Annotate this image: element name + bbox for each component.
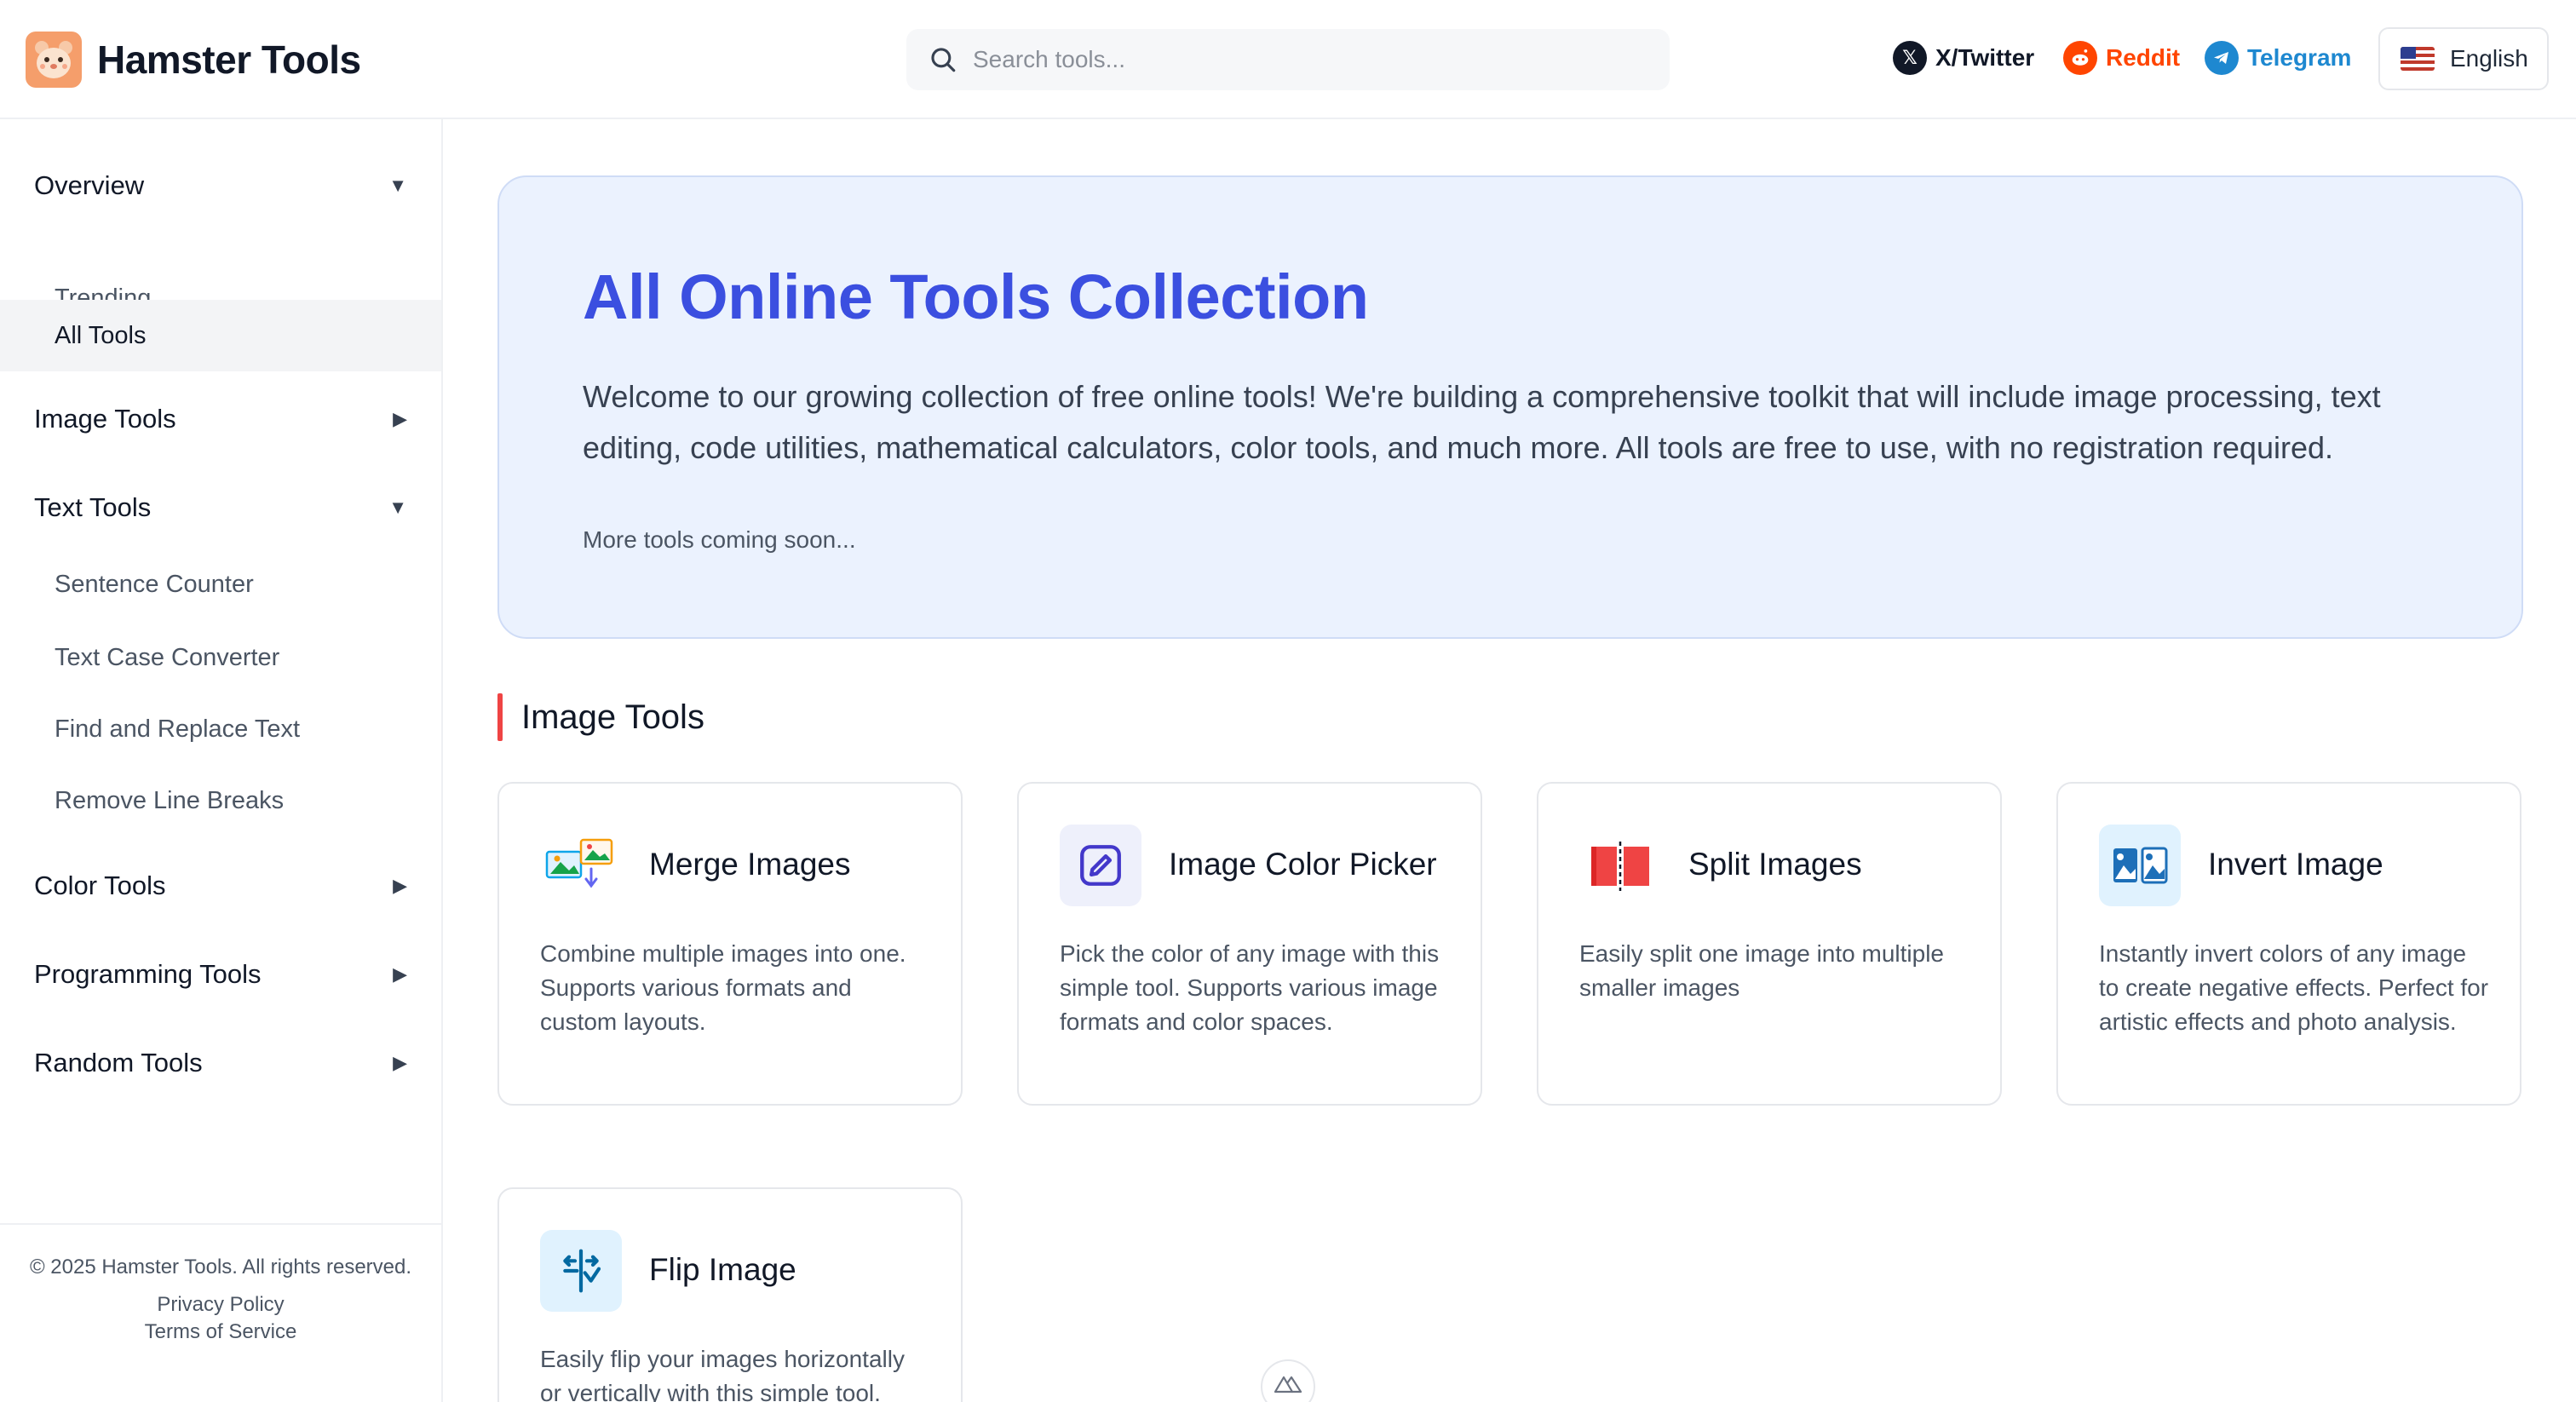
- reddit-icon: [2063, 41, 2097, 75]
- sidebar-item-find-replace-text[interactable]: Find and Replace Text: [0, 693, 441, 765]
- hamster-logo-icon: [26, 32, 82, 88]
- card-description: Easily split one image into multiple sma…: [1579, 940, 1944, 1001]
- search-input[interactable]: [973, 46, 1620, 73]
- telegram-icon: [2205, 41, 2239, 75]
- sidebar-group-programming-tools[interactable]: Programming Tools ▶: [0, 956, 441, 993]
- tool-card-flip-image[interactable]: Flip Image Easily flip your images horiz…: [497, 1187, 963, 1402]
- merge-images-icon: [540, 825, 622, 906]
- caret-down-icon: ▼: [388, 497, 407, 518]
- card-title: Image Color Picker: [1169, 847, 1437, 882]
- tool-card-split-images[interactable]: Split Images Easily split one image into…: [1537, 782, 2002, 1106]
- caret-right-icon: ▶: [393, 1052, 407, 1073]
- card-description: Easily flip your images horizontally or …: [540, 1346, 905, 1402]
- search-icon: [931, 48, 956, 72]
- sidebar-group-label: Image Tools: [34, 404, 176, 434]
- tool-card-image-color-picker[interactable]: Image Color Picker Pick the color of any…: [1017, 782, 1482, 1106]
- section-title: Image Tools: [521, 698, 704, 736]
- sidebar: Overview ▼ Trending All Tools Image Tool…: [0, 119, 443, 1402]
- sidebar-group-label: Text Tools: [34, 492, 152, 522]
- caret-right-icon: ▶: [393, 875, 407, 896]
- sidebar-group-label: Random Tools: [34, 1048, 203, 1077]
- sidebar-group-overview[interactable]: Overview ▼: [0, 167, 441, 204]
- card-title: Invert Image: [2208, 847, 2383, 882]
- color-picker-icon: [1060, 825, 1141, 906]
- twitter-link[interactable]: 𝕏 X/Twitter: [1893, 41, 2034, 75]
- sidebar-footer: © 2025 Hamster Tools. All rights reserve…: [0, 1223, 441, 1344]
- invert-image-icon: [2099, 825, 2181, 906]
- search-bar[interactable]: [906, 29, 1670, 90]
- section-accent-bar: [497, 693, 503, 741]
- twitter-label: X/Twitter: [1935, 44, 2035, 71]
- sidebar-item-text-case-converter[interactable]: Text Case Converter: [0, 622, 441, 693]
- sidebar-group-label: Overview: [34, 170, 145, 200]
- section-heading: Image Tools: [497, 693, 704, 741]
- terms-of-service-link[interactable]: Terms of Service: [0, 1320, 441, 1344]
- brand-logo[interactable]: Hamster Tools: [26, 32, 361, 88]
- coming-soon-note: More tools coming soon...: [583, 526, 856, 553]
- tool-card-invert-image[interactable]: Invert Image Instantly invert colors of …: [2056, 782, 2521, 1106]
- telegram-link[interactable]: Telegram: [2205, 41, 2351, 75]
- nuxt-devtools-icon[interactable]: [1261, 1359, 1315, 1402]
- reddit-label: Reddit: [2106, 44, 2181, 71]
- copyright-text: © 2025 Hamster Tools. All rights reserve…: [29, 1255, 412, 1278]
- card-description: Pick the color of any image with this si…: [1060, 940, 1440, 1035]
- hero-banner: All Online Tools Collection Welcome to o…: [497, 175, 2523, 639]
- caret-right-icon: ▶: [393, 408, 407, 429]
- sidebar-group-text-tools[interactable]: Text Tools ▼: [0, 489, 441, 526]
- card-title: Split Images: [1688, 847, 1862, 882]
- card-title: Flip Image: [649, 1252, 796, 1287]
- caret-right-icon: ▶: [393, 963, 407, 985]
- telegram-label: Telegram: [2247, 44, 2352, 71]
- sidebar-group-image-tools[interactable]: Image Tools ▶: [0, 400, 441, 438]
- caret-down-icon: ▼: [388, 175, 407, 196]
- card-description: Instantly invert colors of any image to …: [2099, 940, 2489, 1035]
- sidebar-item-all-tools[interactable]: All Tools: [0, 300, 441, 371]
- top-header: Hamster Tools 𝕏 X/Twitter Reddit Telegra…: [0, 0, 2576, 119]
- sidebar-item-remove-line-breaks[interactable]: Remove Line Breaks: [0, 765, 441, 836]
- tool-card-merge-images[interactable]: Merge Images Combine multiple images int…: [497, 782, 963, 1106]
- sidebar-group-color-tools[interactable]: Color Tools ▶: [0, 867, 441, 905]
- privacy-policy-link[interactable]: Privacy Policy: [0, 1293, 441, 1317]
- reddit-link[interactable]: Reddit: [2063, 41, 2180, 75]
- page-title: All Online Tools Collection: [583, 261, 1369, 332]
- sidebar-group-random-tools[interactable]: Random Tools ▶: [0, 1044, 441, 1082]
- split-images-icon: [1579, 825, 1661, 906]
- sidebar-item-sentence-counter[interactable]: Sentence Counter: [0, 549, 441, 620]
- brand-name: Hamster Tools: [97, 37, 361, 82]
- card-description: Combine multiple images into one. Suppor…: [540, 940, 906, 1035]
- card-title: Merge Images: [649, 847, 851, 882]
- language-label: English: [2450, 45, 2528, 72]
- flip-image-icon: [540, 1230, 622, 1312]
- sidebar-group-label: Programming Tools: [34, 959, 262, 989]
- sidebar-group-label: Color Tools: [34, 871, 166, 900]
- language-selector[interactable]: English: [2378, 27, 2549, 90]
- x-twitter-icon: 𝕏: [1893, 41, 1927, 75]
- hero-description: Welcome to our growing collection of fre…: [583, 379, 2381, 465]
- us-flag-icon: [2401, 47, 2435, 71]
